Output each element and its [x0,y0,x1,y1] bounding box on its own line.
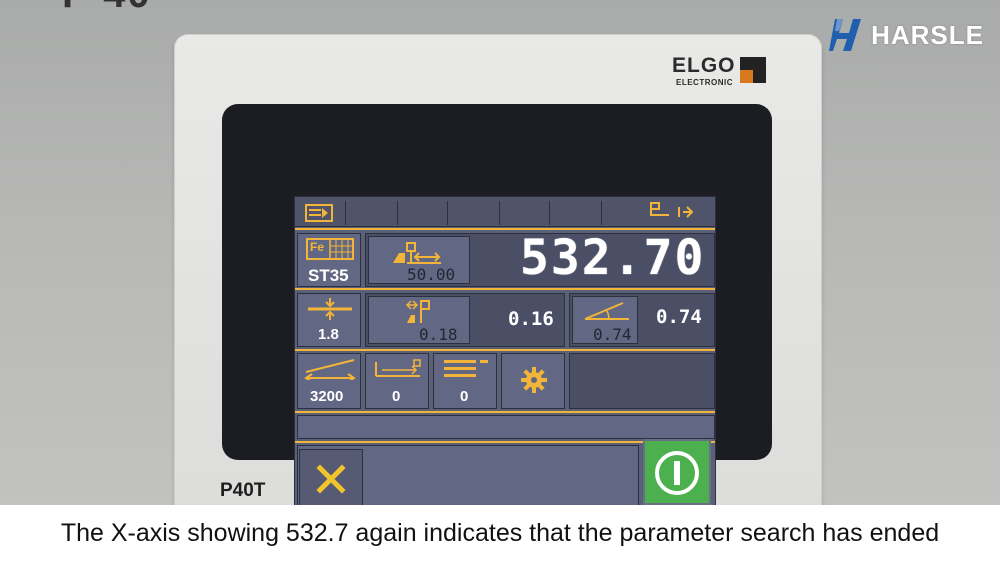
yellow-separator [295,288,715,290]
counter-b-button[interactable]: 0 [433,353,497,409]
brand-logo: HARSLE [829,14,984,56]
background-model-text: P 40 [62,0,152,17]
bend-count-icon [375,359,421,377]
message-bar [297,415,715,439]
thickness-value: 1.8 [318,326,339,343]
yellow-separator [295,411,715,413]
model-label: P40T [220,480,266,501]
top-status-bar [295,197,715,227]
list-icon [444,360,488,377]
topbar-divider [549,201,550,225]
cancel-button[interactable] [299,449,363,507]
subtitle-caption: The X-axis showing 532.7 again indicates… [0,505,1000,562]
angle-icon [584,302,629,320]
backgauge-position-icon[interactable] [647,201,697,223]
maker-square-icon [740,57,766,83]
thickness-icon [308,298,352,320]
controller-device: ELGO ELECTRONIC P40T Fe ST35 50.00 532.7… [174,34,822,524]
counter-b-value: 0 [460,388,469,405]
maker-subtitle: ELECTRONIC [676,78,733,87]
x-axis-target-value: 50.00 [407,265,456,284]
topbar-divider [345,201,346,225]
settings-button[interactable] [501,353,565,409]
angle-panel: 0.74 0.74 [569,293,715,347]
power-icon [655,451,699,495]
thickness-button[interactable]: 1.8 [297,293,361,347]
retract-field[interactable]: 0.18 [368,296,470,344]
brand-name: HARSLE [871,19,984,50]
topbar-divider [601,201,602,225]
sheet-length-icon [304,359,356,380]
length-value: 3200 [310,388,344,405]
topbar-divider [397,201,398,225]
counter-a-value: 0 [392,388,401,405]
maker-name: ELGO [672,54,736,77]
start-button[interactable] [643,439,711,505]
screen-frame: Fe ST35 50.00 532.70 1.8 0.18 0.16 0.74 … [222,104,772,510]
topbar-divider [499,201,500,225]
counter-a-button[interactable]: 0 [365,353,429,409]
x-axis-gauge-icon [393,242,441,264]
retract-panel: 0.18 0.16 [365,293,565,347]
topbar-divider [447,201,448,225]
harsle-logo-icon [829,19,862,51]
retract-icon [405,300,430,323]
retract-display: 0.16 [508,308,554,330]
x-axis-current-value: 532.70 [520,230,706,286]
material-icon-text: Fe [310,240,325,254]
touch-screen: Fe ST35 50.00 532.70 1.8 0.18 0.16 0.74 … [294,196,716,510]
x-axis-target-field[interactable]: 50.00 [368,236,470,284]
retract-value: 0.18 [419,325,458,344]
material-button[interactable]: Fe ST35 [297,233,361,287]
program-icon[interactable] [305,204,335,222]
material-value: ST35 [308,266,349,285]
close-icon [316,464,346,494]
angle-display: 0.74 [656,306,702,328]
x-axis-panel: 50.00 532.70 [365,230,715,287]
angle-value: 0.74 [593,325,632,344]
length-button[interactable]: 3200 [297,353,361,409]
empty-panel [569,353,715,409]
yellow-separator [295,349,715,351]
gear-icon [521,367,547,393]
maker-logo: ELGO ELECTRONIC [672,54,782,90]
angle-field[interactable]: 0.74 [572,296,638,344]
